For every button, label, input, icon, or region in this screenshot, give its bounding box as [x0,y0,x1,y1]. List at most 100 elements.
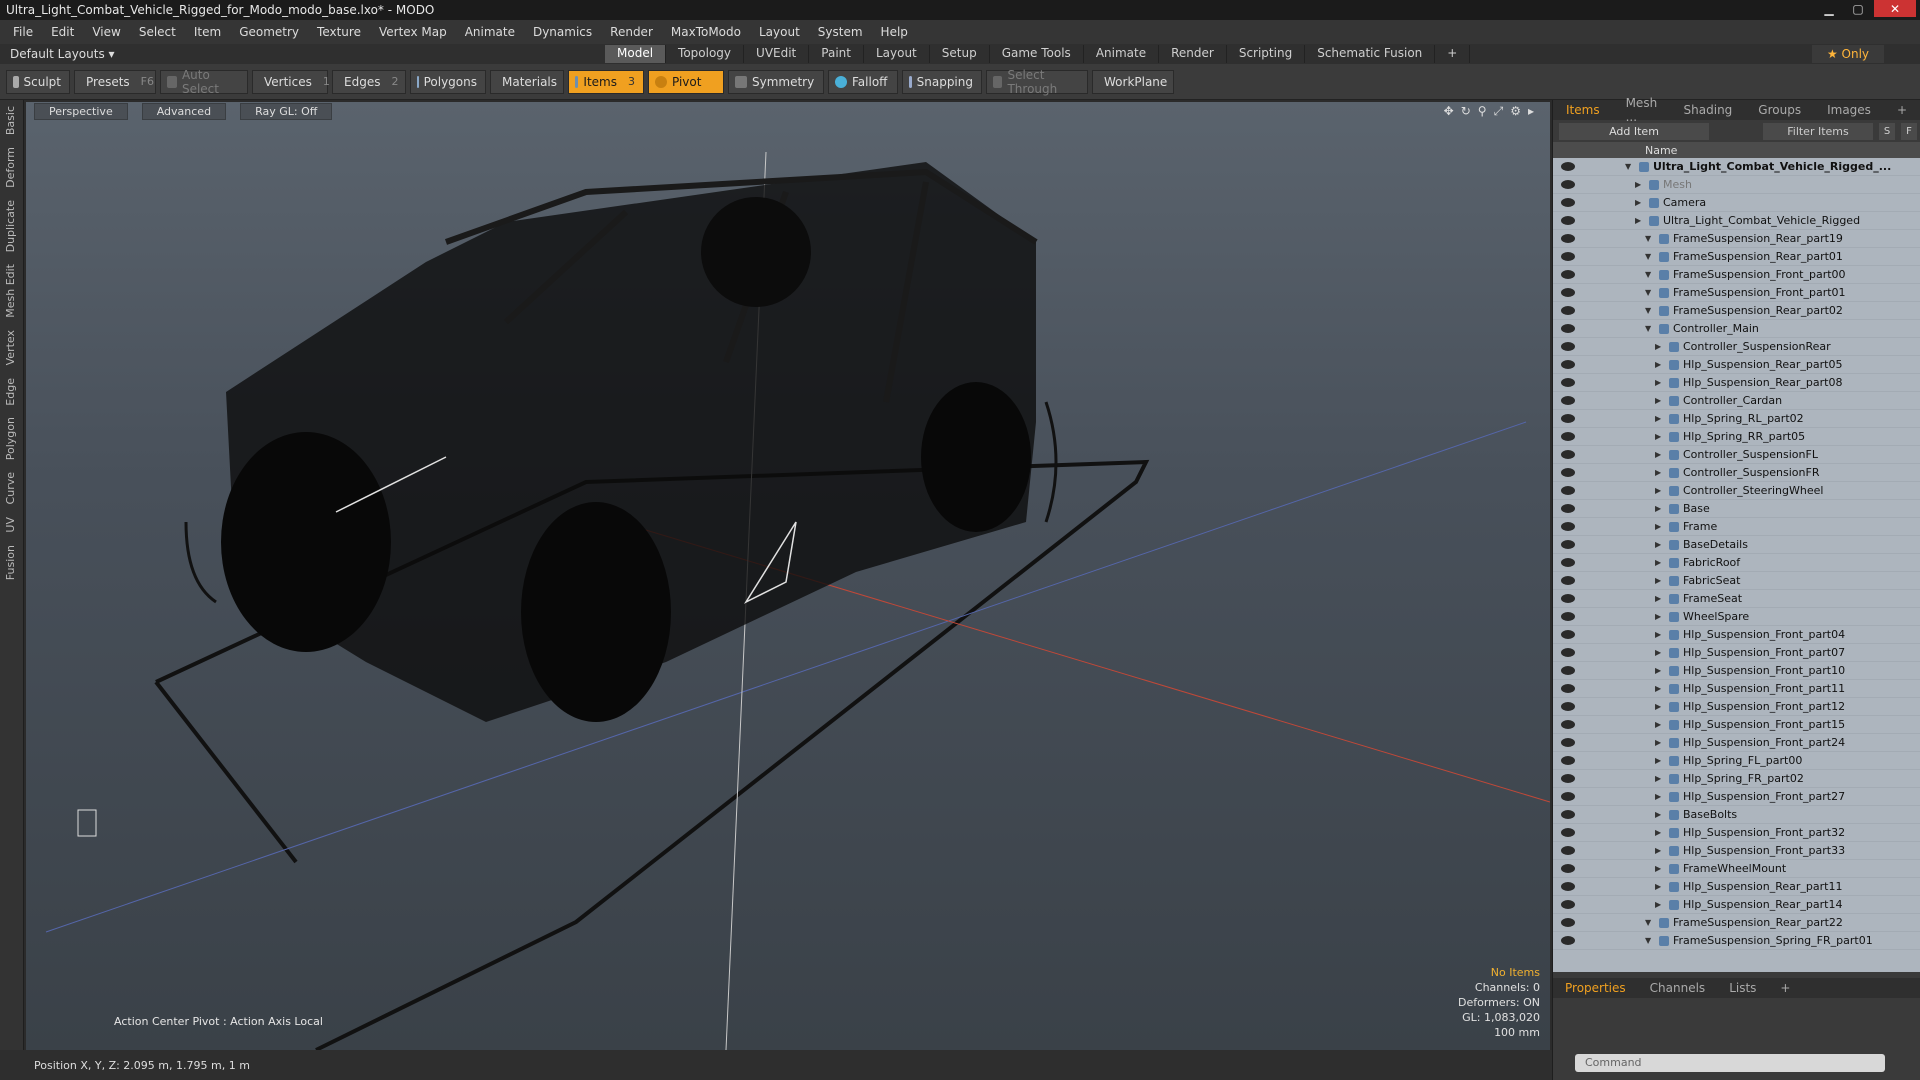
tree-row[interactable]: ▶ Controller_SuspensionRear [1553,338,1920,356]
expand-arrow-icon[interactable]: ▶ [1655,864,1661,873]
tree-row[interactable]: ▶ Hlp_Suspension_Front_part11 [1553,680,1920,698]
expand-arrow-icon[interactable]: ▶ [1655,702,1661,711]
tree-row[interactable]: ▶ Controller_Cardan [1553,392,1920,410]
menu-help[interactable]: Help [872,25,917,39]
properties-tab-channels[interactable]: Channels [1638,981,1718,995]
fit-view-icon[interactable]: ⤢ [1494,104,1504,119]
expand-arrow-icon[interactable]: ▶ [1655,342,1661,351]
tree-row[interactable]: ▶ Controller_SteeringWheel [1553,482,1920,500]
rotate-view-icon[interactable]: ↻ [1461,104,1471,119]
tree-row[interactable]: ▶ Hlp_Suspension_Front_part24 [1553,734,1920,752]
expand-arrow-icon[interactable]: ▶ [1655,846,1661,855]
zoom-view-icon[interactable]: ⚲ [1478,104,1487,119]
visibility-eye-icon[interactable] [1561,702,1575,711]
panel-tab-shading[interactable]: Shading [1671,103,1746,117]
tab-render[interactable]: Render [1159,45,1227,63]
expand-arrow-icon[interactable]: ▶ [1655,576,1661,585]
visibility-eye-icon[interactable] [1561,522,1575,531]
tree-row[interactable]: ▶ Hlp_Suspension_Rear_part11 [1553,878,1920,896]
visibility-eye-icon[interactable] [1561,234,1575,243]
expand-arrow-icon[interactable]: ▶ [1655,594,1661,603]
menu-file[interactable]: File [4,25,42,39]
expand-arrow-icon[interactable]: ▼ [1645,936,1651,945]
tree-row[interactable]: ▶ Controller_SuspensionFR [1553,464,1920,482]
visibility-eye-icon[interactable] [1561,288,1575,297]
menu-item[interactable]: Item [185,25,230,39]
expand-arrow-icon[interactable]: ▶ [1655,792,1661,801]
symmetry-button[interactable]: Symmetry [728,69,824,94]
tree-row[interactable]: ▶ Hlp_Suspension_Rear_part05 [1553,356,1920,374]
tree-row[interactable]: ▶ Ultra_Light_Combat_Vehicle_Rigged [1553,212,1920,230]
visibility-eye-icon[interactable] [1561,594,1575,603]
left-tab-duplicate[interactable]: Duplicate [0,194,21,258]
tree-row[interactable]: ▼ Ultra_Light_Combat_Vehicle_Rigged_... [1553,158,1920,176]
menu-maxtomodo[interactable]: MaxToModo [662,25,750,39]
left-tab-curve[interactable]: Curve [0,466,21,510]
visibility-eye-icon[interactable] [1561,360,1575,369]
expand-arrow-icon[interactable]: ▶ [1655,396,1661,405]
visibility-eye-icon[interactable] [1561,450,1575,459]
tree-row[interactable]: ▶ Hlp_Spring_RR_part05 [1553,428,1920,446]
expand-arrow-icon[interactable]: ▶ [1655,648,1661,657]
properties-tab-properties[interactable]: Properties [1553,981,1638,995]
tab-scripting[interactable]: Scripting [1227,45,1306,63]
visibility-eye-icon[interactable] [1561,918,1575,927]
tree-row[interactable]: ▶ FrameSeat [1553,590,1920,608]
only-toggle[interactable]: ★ Only [1812,45,1884,63]
tree-row[interactable]: ▶ FrameWheelMount [1553,860,1920,878]
tab-topology[interactable]: Topology [666,45,745,63]
menu-system[interactable]: System [809,25,872,39]
expand-arrow-icon[interactable]: ▶ [1655,612,1661,621]
visibility-eye-icon[interactable] [1561,252,1575,261]
visibility-eye-icon[interactable] [1561,180,1575,189]
tree-row[interactable]: ▼ FrameSuspension_Front_part00 [1553,266,1920,284]
visibility-eye-icon[interactable] [1561,486,1575,495]
falloff-button[interactable]: Falloff [828,69,898,94]
expand-arrow-icon[interactable]: ▶ [1655,738,1661,747]
tree-row[interactable]: ▼ FrameSuspension_Front_part01 [1553,284,1920,302]
visibility-eye-icon[interactable] [1561,684,1575,693]
visibility-eye-icon[interactable] [1561,756,1575,765]
menu-layout[interactable]: Layout [750,25,809,39]
menu-geometry[interactable]: Geometry [230,25,308,39]
left-tab-deform[interactable]: Deform [0,141,21,194]
visibility-eye-icon[interactable] [1561,342,1575,351]
viewport-perspective-button[interactable]: Perspective [34,102,128,120]
name-column-header[interactable]: Name [1645,144,1677,157]
tab-layout[interactable]: Layout [864,45,930,63]
expand-arrow-icon[interactable]: ▼ [1645,306,1651,315]
tree-row[interactable]: ▶ FabricSeat [1553,572,1920,590]
menu-edit[interactable]: Edit [42,25,83,39]
visibility-eye-icon[interactable] [1561,468,1575,477]
left-tab-uv[interactable]: UV [0,511,21,539]
tree-row[interactable]: ▶ Hlp_Spring_RL_part02 [1553,410,1920,428]
left-tab-fusion[interactable]: Fusion [0,539,21,586]
expand-arrow-icon[interactable]: ▶ [1655,378,1661,387]
tab-plus[interactable]: + [1435,45,1471,63]
tree-row[interactable]: ▼ Controller_Main [1553,320,1920,338]
tree-row[interactable]: ▼ FrameSuspension_Rear_part02 [1553,302,1920,320]
tab-setup[interactable]: Setup [930,45,990,63]
expand-arrow-icon[interactable]: ▼ [1645,324,1651,333]
filter-items-input[interactable]: Filter Items [1763,122,1873,140]
visibility-eye-icon[interactable] [1561,936,1575,945]
tree-row[interactable]: ▶ FabricRoof [1553,554,1920,572]
viewport-expand-icon[interactable]: ▸ [1528,104,1534,119]
visibility-eye-icon[interactable] [1561,666,1575,675]
panel-tab-items[interactable]: Items [1553,103,1613,117]
expand-arrow-icon[interactable]: ▶ [1655,666,1661,675]
panel-tab-plus[interactable]: + [1884,103,1920,117]
expand-arrow-icon[interactable]: ▶ [1635,198,1641,207]
left-tab-vertex[interactable]: Vertex [0,324,21,371]
presets-button[interactable]: Presets F6 [74,69,156,94]
expand-arrow-icon[interactable]: ▶ [1635,216,1641,225]
maximize-icon[interactable]: ▢ [1845,0,1871,17]
panel-tab-mesh[interactable]: Mesh ... [1613,96,1671,124]
3d-viewport[interactable]: Perspective Advanced Ray GL: Off ✥ ↻ ⚲ ⤢ ⚙… [26,102,1550,1050]
visibility-eye-icon[interactable] [1561,216,1575,225]
viewport-settings-icon[interactable]: ⚙ [1510,104,1521,119]
tree-row[interactable]: ▼ FrameSuspension_Rear_part01 [1553,248,1920,266]
visibility-eye-icon[interactable] [1561,846,1575,855]
visibility-eye-icon[interactable] [1561,270,1575,279]
expand-arrow-icon[interactable]: ▶ [1655,810,1661,819]
